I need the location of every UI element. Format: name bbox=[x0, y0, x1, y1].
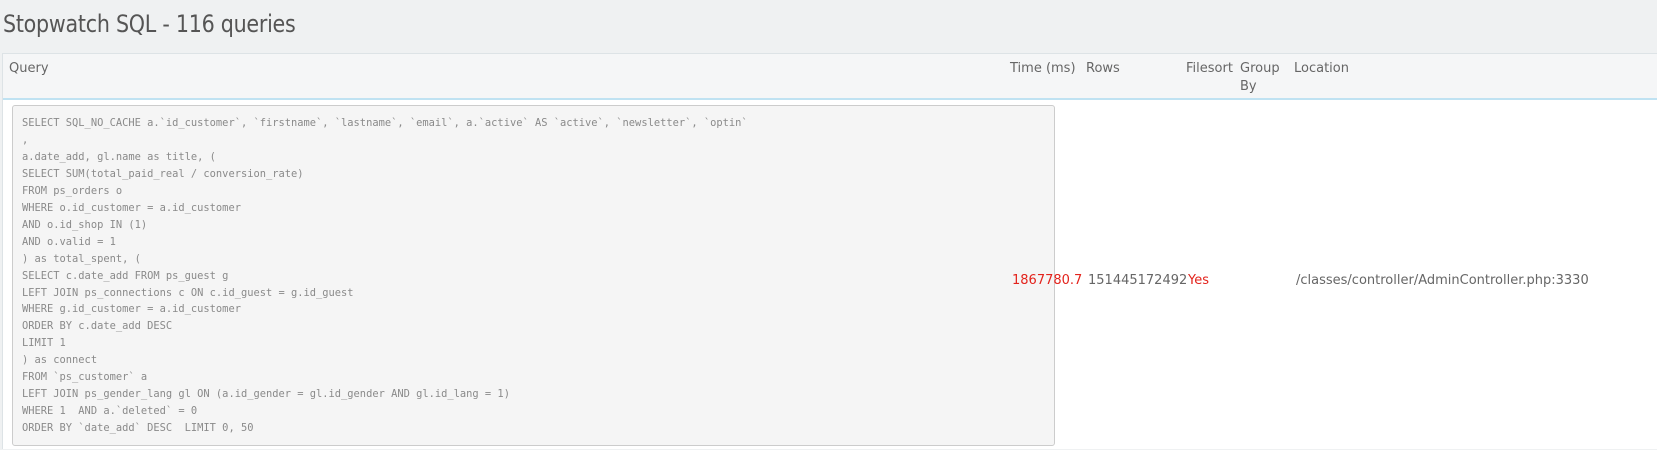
column-header-location[interactable]: Location bbox=[1294, 60, 1349, 78]
query-time-value: 1867780.7 bbox=[1012, 273, 1083, 288]
query-code-block: SELECT SQL_NO_CACHE a.`id_customer`, `fi… bbox=[12, 105, 1055, 446]
query-text: SELECT SQL_NO_CACHE a.`id_customer`, `fi… bbox=[22, 117, 748, 435]
column-header-rows[interactable]: Rows bbox=[1086, 60, 1120, 78]
query-rows-value: 151445172492 bbox=[1088, 273, 1188, 288]
query-filesort-value: Yes bbox=[1188, 273, 1209, 288]
page-title: Stopwatch SQL - 116 queries bbox=[3, 10, 296, 38]
table-header: Query Time (ms) Rows Filesort Group By L… bbox=[3, 54, 1657, 100]
column-header-group-by[interactable]: Group By bbox=[1240, 60, 1290, 96]
column-header-time[interactable]: Time (ms) bbox=[1010, 60, 1076, 78]
table-row: SELECT SQL_NO_CACHE a.`id_customer`, `fi… bbox=[3, 100, 1657, 450]
column-header-filesort[interactable]: Filesort bbox=[1186, 60, 1233, 78]
column-header-query[interactable]: Query bbox=[9, 60, 49, 78]
sql-queries-table: Query Time (ms) Rows Filesort Group By L… bbox=[2, 53, 1657, 449]
query-location-value: /classes/controller/AdminController.php:… bbox=[1296, 273, 1589, 288]
